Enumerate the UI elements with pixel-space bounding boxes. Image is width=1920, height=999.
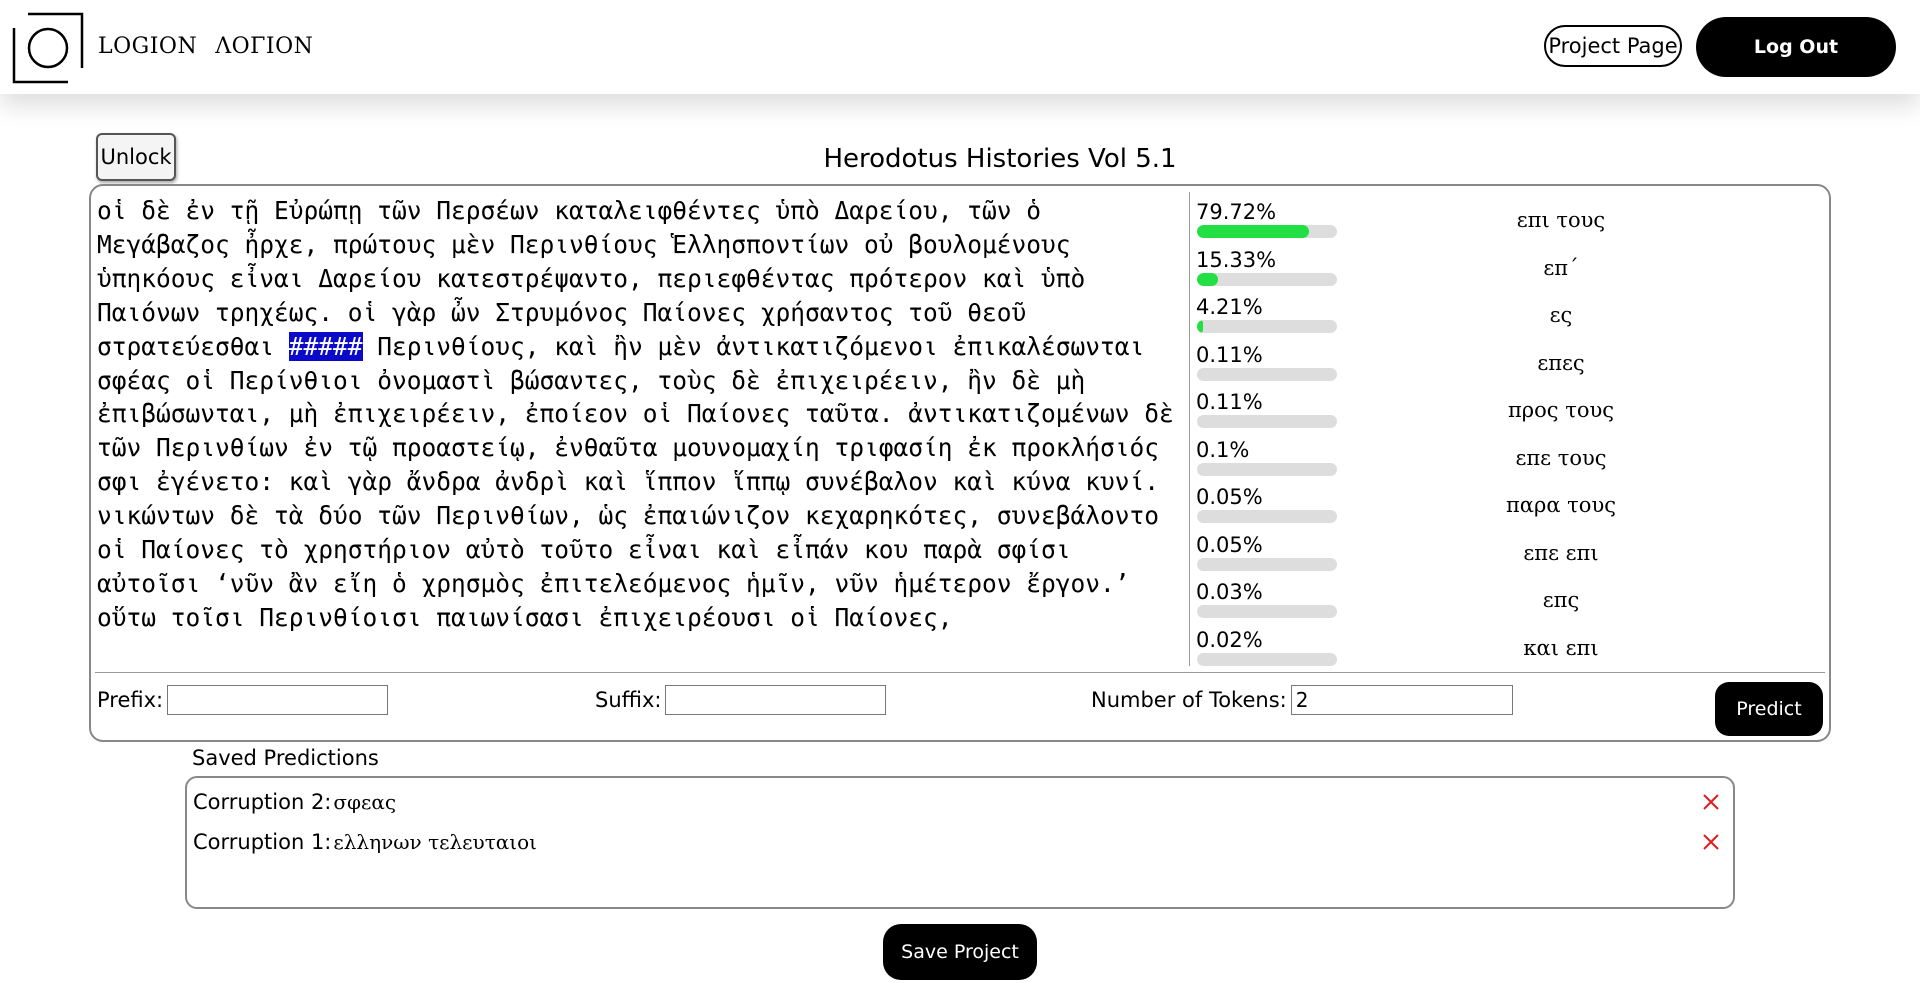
probability-bar [1197,415,1337,428]
prediction-probability: 4.21% [1196,295,1263,319]
probability-bar-fill [1197,272,1219,286]
prediction-text[interactable]: και επι [1486,636,1636,660]
text-editor[interactable]: οἱ δὲ ἐν τῇ Εὐρώπῃ τῶν Περσέων καταλειφθ… [97,194,1177,672]
prediction-row[interactable]: 0.05% επε επι [1196,533,1826,580]
prediction-row[interactable]: 0.11% επες [1196,343,1826,390]
prediction-probability: 15.33% [1196,247,1277,272]
document-title: Herodotus Histories Vol 5.1 [823,144,1177,174]
editor-panel: οἱ δὲ ἐν τῇ Εὐρώπῃ τῶν Περσέων καταλειφθ… [89,184,1831,742]
prediction-row[interactable]: 0.03% επς [1196,580,1826,627]
suffix-label: Suffix: [595,688,662,712]
prediction-probability: 0.1% [1196,437,1250,462]
prediction-text[interactable]: προς τους [1486,398,1636,422]
prediction-text[interactable]: επς [1486,588,1636,612]
prediction-text[interactable]: επε επι [1486,541,1636,565]
probability-bar [1197,462,1337,476]
saved-predictions-heading: Saved Predictions [192,746,379,770]
text-after-mask: Περινθίους, καὶ ἢν μὲν ἀντικατιζόμενοι ἐ… [97,331,1174,632]
unlock-button[interactable]: Unlock [96,133,176,181]
prediction-row[interactable]: 0.05% παρα τους [1196,485,1826,532]
project-page-button[interactable]: Project Page [1544,25,1682,67]
prediction-text[interactable]: ες [1486,303,1636,327]
prediction-text[interactable]: επες [1486,351,1636,375]
prediction-probability: 0.02% [1196,627,1263,652]
prediction-row[interactable]: 4.21% ες [1196,295,1826,342]
prediction-row[interactable]: 0.1% επε τους [1196,438,1826,485]
prediction-probability: 0.11% [1196,342,1263,367]
prediction-probability: 0.05% [1196,532,1263,557]
prediction-text[interactable]: παρα τους [1486,493,1636,517]
prediction-text[interactable]: επ΄ [1486,256,1636,280]
horizontal-divider [95,672,1825,673]
prediction-text[interactable]: επε τους [1486,446,1636,470]
corruption-label: Corruption 2: [193,790,332,814]
save-project-button[interactable]: Save Project [883,924,1037,980]
masked-lacuna[interactable]: ##### [288,331,363,361]
prediction-probability: 0.05% [1196,485,1263,509]
prediction-row[interactable]: 15.33% επ΄ [1196,248,1826,295]
prefix-group: Prefix: [97,680,389,720]
probability-bar-fill [1197,225,1309,238]
probability-bar [1197,320,1337,333]
tokens-label: Number of Tokens: [1091,688,1287,712]
probability-bar [1197,367,1337,381]
delete-icon[interactable] [1701,792,1721,812]
suffix-group: Suffix: [595,680,887,720]
prefix-input[interactable] [167,685,389,715]
brand-latin: LOGION [98,34,198,59]
tokens-input[interactable] [1290,685,1513,715]
prefix-label: Prefix: [97,688,164,712]
prediction-text[interactable]: επι τους [1486,208,1636,232]
probability-bar [1197,605,1337,618]
top-navbar: LOGION ΛΟΓΙΟΝ Project Page Log Out [0,0,1920,94]
probability-bar [1197,272,1337,286]
saved-prediction-item: Corruption 1: ελληνων τελευταιοι [193,830,1723,860]
tokens-group: Number of Tokens: [1091,680,1513,720]
saved-prediction-item: Corruption 2: σφεας [193,790,1723,820]
logout-button[interactable]: Log Out [1696,17,1896,77]
probability-bar [1197,652,1337,666]
delete-icon[interactable] [1701,832,1721,852]
vertical-divider [1189,192,1190,666]
corruption-value: σφεας [333,790,397,814]
brand-name: LOGION ΛΟΓΙΟΝ [98,34,331,59]
predict-button[interactable]: Predict [1715,682,1823,736]
prediction-row[interactable]: 79.72% επι τους [1196,200,1826,247]
corruption-value: ελληνων τελευταιοι [333,830,537,854]
suffix-input[interactable] [665,685,887,715]
prediction-probability: 0.11% [1196,390,1263,414]
probability-bar-fill [1197,320,1203,333]
probability-bar [1197,225,1337,238]
corruption-label: Corruption 1: [193,830,332,854]
brand-greek: ΛΟΓΙΟΝ [215,34,314,59]
prediction-probability: 0.03% [1196,580,1263,604]
saved-predictions-box: Corruption 2: σφεας Corruption 1: ελληνων … [185,776,1735,909]
prediction-row[interactable]: 0.02% και επι [1196,628,1826,675]
probability-bar [1197,510,1337,523]
prediction-probability: 79.72% [1196,200,1277,224]
logion-logo-icon[interactable] [12,12,84,84]
prediction-row[interactable]: 0.11% προς τους [1196,390,1826,437]
probability-bar [1197,557,1337,571]
